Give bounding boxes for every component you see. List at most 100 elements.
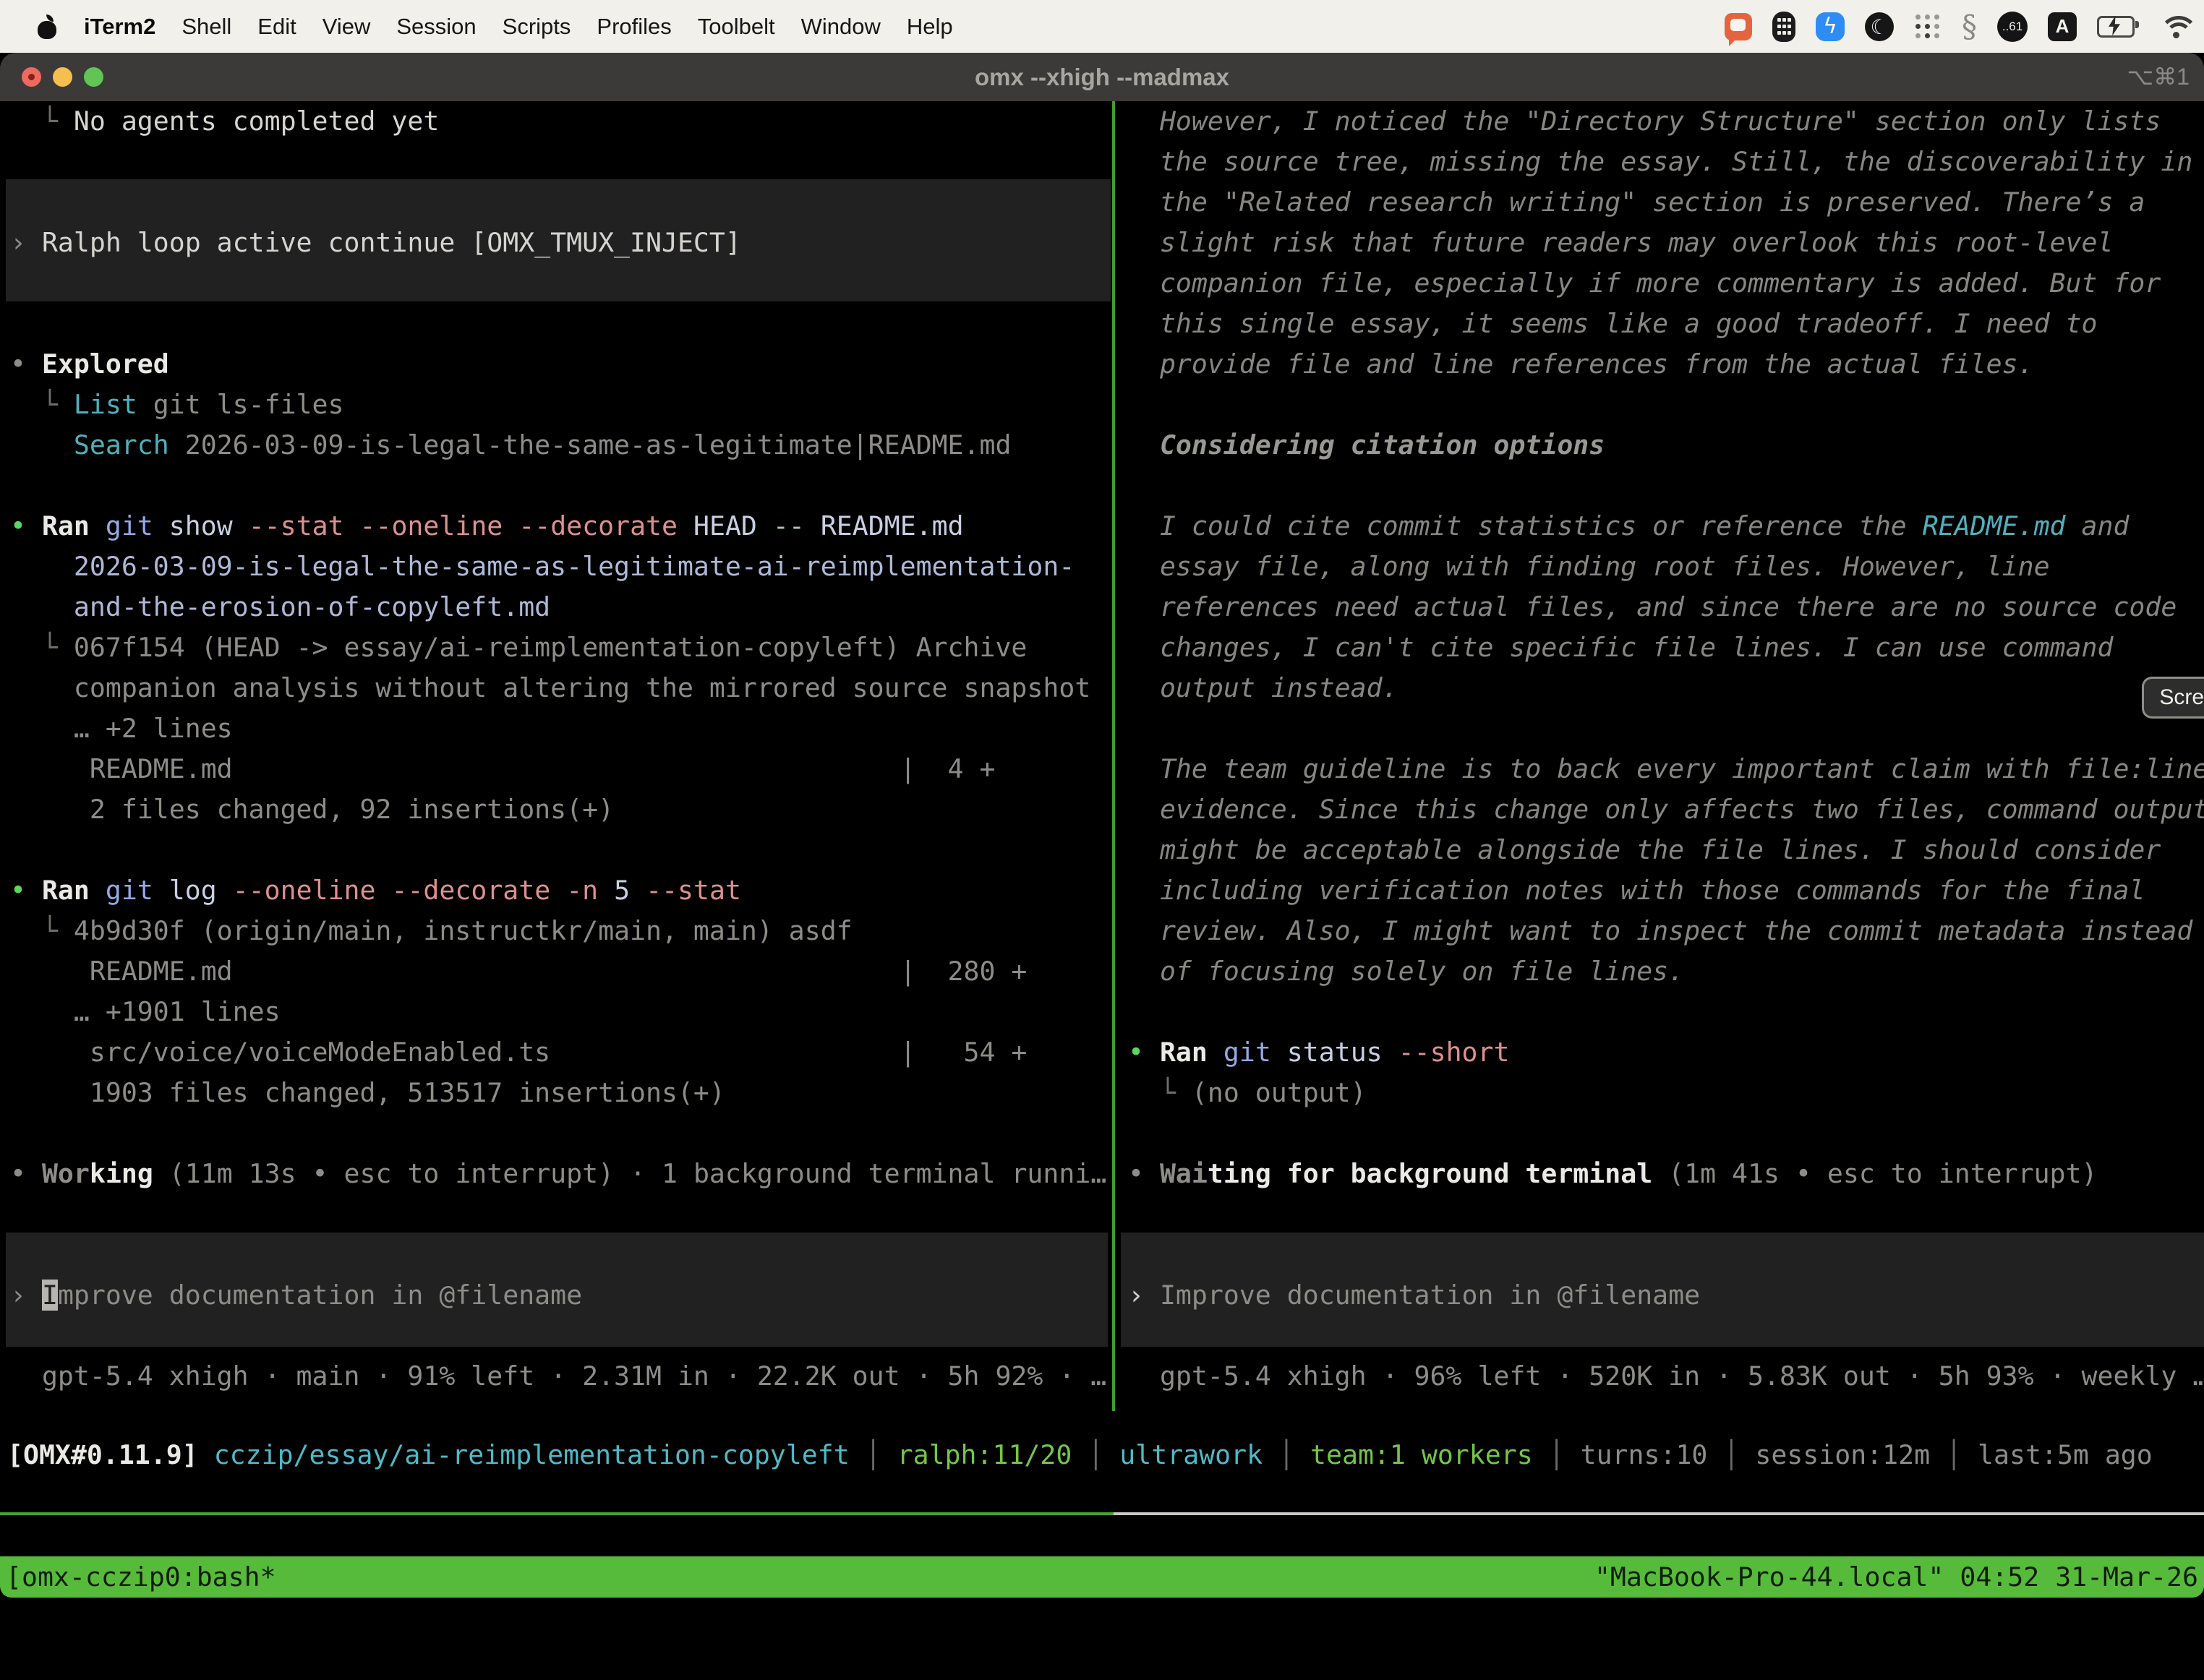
text-segment: [OMX#0.11.9]	[7, 1439, 198, 1470]
menu-item-profiles[interactable]: Profiles	[597, 14, 671, 40]
text-segment: └	[10, 106, 74, 137]
text-segment: 2026-03-09-is-legal-the-same-as-legitima…	[10, 551, 1075, 582]
text-segment: git	[106, 510, 153, 541]
text-segment	[1271, 1037, 1287, 1068]
squiggle-icon[interactable]: §	[1962, 12, 1977, 42]
dots-grid-icon[interactable]	[1914, 13, 1942, 40]
menu-items: iTerm2 Shell Edit View Session Scripts Profile…	[71, 14, 966, 40]
text-segment: output instead.	[1128, 672, 1398, 703]
terminal-line: src/voice/voiceModeEnabled.ts | 54 +	[10, 1032, 1112, 1073]
text-segment: 2026-03-09-is-legal-the-same-as-legitima…	[169, 429, 1012, 460]
crescent-circle-icon[interactable]: ☾	[1865, 12, 1894, 41]
text-segment: •	[10, 1158, 42, 1189]
text-segment	[1383, 1037, 1398, 1068]
terminal-line: • Working (11m 13s • esc to interrupt) ·…	[10, 1154, 1112, 1194]
tmux-host-clock: "MacBook-Pro-44.local" 04:52 31-Mar-26	[1594, 1556, 2198, 1598]
terminal-line: • Explored	[10, 344, 1112, 385]
terminal-line: README.md | 4 +	[10, 749, 1112, 789]
screen-share-overlay-button[interactable]: Scre	[2142, 677, 2204, 719]
terminal-line: 2 files changed, 92 insertions(+)	[10, 789, 1112, 830]
text-segment: companion file, especially if more comme…	[1128, 267, 2161, 299]
text-segment: README.md | 280 +	[10, 956, 1027, 987]
text-segment	[630, 875, 646, 906]
text-segment: and	[2066, 510, 2130, 541]
text-segment: --stat --oneline --decorate	[249, 510, 678, 541]
wifi-icon[interactable]	[2159, 14, 2192, 40]
text-segment: git	[106, 875, 153, 906]
text-segment: "MacBook-Pro-44.local" 04:52 31-Mar-26	[1594, 1561, 2198, 1593]
menu-item-view[interactable]: View	[323, 14, 371, 40]
window-title: omx --xhigh --madmax	[0, 53, 2204, 101]
text-segment: gpt-5.4 xhigh · main · 91% left · 2.31M …	[10, 1360, 1106, 1392]
text-segment: team:1 workers	[1310, 1439, 1533, 1470]
text-segment: List	[74, 389, 137, 420]
menu-item-toolbelt[interactable]: Toolbelt	[698, 14, 775, 40]
text-segment: The team guideline is to back every impo…	[1128, 753, 2204, 784]
menu-item-window[interactable]: Window	[801, 14, 881, 40]
close-button[interactable]	[22, 67, 41, 87]
text-segment	[233, 510, 249, 541]
text-segment: I could cite commit statistics or refere…	[1128, 510, 1923, 541]
input-source-icon[interactable]: A	[2048, 12, 2077, 41]
battery-charging-icon[interactable]	[2097, 16, 2135, 38]
text-segment: 5	[614, 875, 630, 906]
text-segment: │	[1707, 1439, 1755, 1470]
bolt-hexagon-icon[interactable]: ϟ	[1816, 12, 1845, 41]
tmux-session-label[interactable]: [omx-cczip0:bash*	[6, 1556, 276, 1598]
text-segment: mprove documentation in @filename	[58, 1280, 582, 1311]
text-segment: ›	[10, 227, 42, 258]
text-segment: Search	[74, 429, 169, 460]
text-segment: └	[1128, 1077, 1192, 1108]
menu-item-session[interactable]: Session	[396, 14, 476, 40]
text-segment: README.md	[1923, 510, 2066, 541]
text-segment	[90, 510, 106, 541]
window-title-bar[interactable]: omx --xhigh --madmax ⌥⌘1	[0, 53, 2204, 101]
pane-divider[interactable]	[1112, 101, 1115, 1411]
text-segment: src/voice/voiceModeEnabled.ts | 54 +	[10, 1037, 1027, 1068]
terminal-line: Search 2026-03-09-is-legal-the-same-as-l…	[10, 425, 1112, 466]
text-segment: │	[1072, 1439, 1119, 1470]
terminal-line: └ No agents completed yet	[10, 101, 1112, 142]
gauge-61-icon[interactable]: ..61	[1997, 12, 2028, 42]
apple-menu-icon[interactable]	[38, 14, 56, 39]
terminal-line: • Ran git log --oneline --decorate -n 5 …	[10, 870, 1112, 911]
terminal-line: companion file, especially if more comme…	[1128, 263, 2204, 304]
text-segment: Explored	[42, 348, 169, 380]
text-segment: the "Related research writing" section i…	[1128, 187, 2145, 218]
text-segment: •	[10, 510, 42, 541]
text-segment: Improve documentation in @filename	[1160, 1280, 1700, 1311]
text-segment: --	[773, 510, 805, 541]
terminal-line: 1903 files changed, 513517 insertions(+)	[10, 1073, 1112, 1113]
text-segment: and-the-erosion-of-copyleft.md	[10, 591, 550, 622]
terminal-line: README.md | 280 +	[10, 951, 1112, 992]
text-segment: ›	[10, 1280, 42, 1311]
menu-item-iterm2[interactable]: iTerm2	[84, 14, 155, 40]
screen-record-icon[interactable]	[1725, 13, 1752, 40]
zoom-button[interactable]	[84, 67, 103, 87]
right-terminal-pane[interactable]: However, I noticed the "Directory Struct…	[1119, 101, 2204, 1411]
text-segment: I	[42, 1280, 58, 1311]
keyboard-shield-icon[interactable]	[1772, 12, 1795, 42]
menu-item-edit[interactable]: Edit	[257, 14, 296, 40]
menu-item-scripts[interactable]: Scripts	[503, 14, 571, 40]
minimize-button[interactable]	[53, 67, 72, 87]
menu-item-shell[interactable]: Shell	[181, 14, 231, 40]
text-segment: references need actual files, and since …	[1128, 591, 2177, 622]
text-segment	[805, 510, 821, 541]
battery-bolt	[2109, 16, 2120, 36]
text-segment: README.md	[821, 510, 964, 541]
tmux-status-bar: [omx-cczip0:bash* "MacBook-Pro-44.local"…	[0, 1556, 2204, 1598]
left-terminal-pane[interactable]: └ No agents completed yet› Ralph loop ac…	[0, 101, 1112, 1411]
terminal-line: might be acceptable alongside the file l…	[1128, 830, 2204, 870]
terminal-line: › Improve documentation in @filename	[1128, 1275, 2204, 1316]
text-segment: 1903 files changed, 513517 insertions(+)	[10, 1077, 725, 1108]
menu-item-help[interactable]: Help	[907, 14, 953, 40]
text-segment: essay file, along with finding root file…	[1128, 551, 2050, 582]
text-segment: └	[10, 915, 74, 946]
window-shortcut-badge: ⌥⌘1	[2127, 53, 2190, 101]
shield-dots	[1777, 18, 1781, 22]
text-segment: •	[1128, 1037, 1160, 1068]
text-segment: (1m 41s • esc to interrupt)	[1652, 1158, 2097, 1189]
text-segment: evidence. Since this change only affects…	[1128, 794, 2204, 825]
terminal-line: … +2 lines	[10, 708, 1112, 749]
